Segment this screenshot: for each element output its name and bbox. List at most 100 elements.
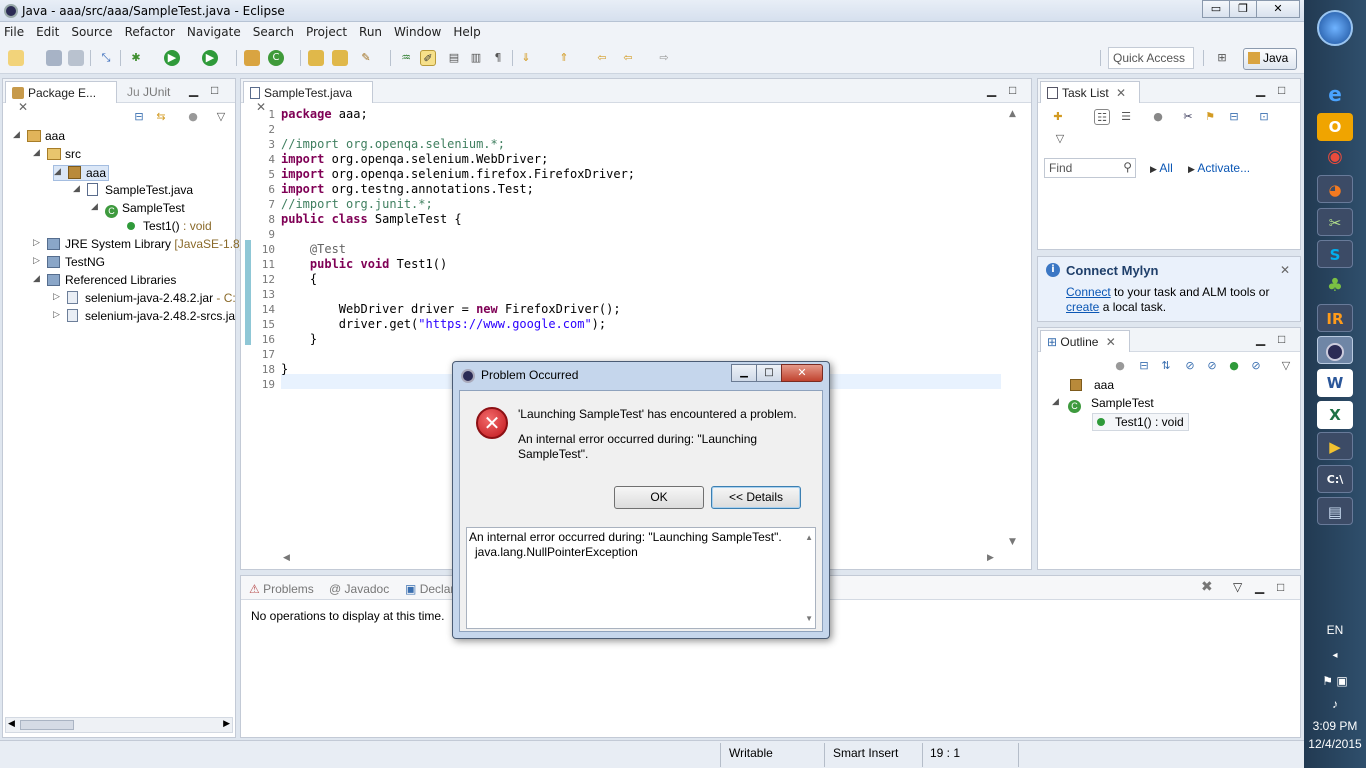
maximize-view-icon[interactable]: □ [1278,332,1285,346]
view-menu-icon[interactable]: ▽ [1052,131,1068,147]
minimize-view-icon[interactable]: ▁ [1256,332,1265,346]
tree-jar-selenium-srcs[interactable]: ▷ selenium-java-2.48.2-srcs.ja [53,309,235,323]
tree-file-sampletest[interactable]: ◢ SampleTest.java [73,183,193,197]
tree-jar-selenium[interactable]: ▷ selenium-java-2.48.2.jar - C: [53,291,236,305]
code-area[interactable]: package aaa; //import org.openqa.seleniu… [281,107,635,377]
hide-local-types-icon[interactable]: ⊘ [1248,358,1264,374]
clock-date[interactable]: 12/4/2015 [1304,737,1366,751]
open-type-icon[interactable] [308,50,324,66]
new-icon[interactable] [8,50,24,66]
scrollbar-thumb[interactable] [20,720,74,730]
toggle-annotation-icon[interactable]: ♒ [398,50,414,66]
word-icon[interactable]: W [1317,369,1353,397]
quick-access-input[interactable]: Quick Access [1108,47,1194,69]
task-find-input[interactable]: Find ⚲ [1044,158,1136,178]
menu-edit[interactable]: Edit [36,25,59,39]
hide-fields-icon[interactable]: ⊘ [1182,358,1198,374]
focus-task-icon[interactable]: ● [185,109,201,125]
connect-link[interactable]: Connect [1066,285,1111,299]
activate-link[interactable]: ▶ Activate... [1188,161,1250,175]
show-whitespace-icon[interactable]: ¶ [490,50,506,66]
menu-project[interactable]: Project [306,25,347,39]
outline-class[interactable]: ◢ C SampleTest [1052,396,1154,413]
tree-jre-library[interactable]: ▷ JRE System Library [JavaSE-1.8] [33,237,243,252]
sort-icon[interactable]: ⇅ [1158,358,1174,374]
debug-icon[interactable]: ✱ [128,50,144,66]
details-text-area[interactable]: An internal error occurred during: "Laun… [466,527,816,629]
remove-all-icon[interactable]: ✖ [1201,578,1213,595]
horizontal-scrollbar[interactable]: ◀ ▶ [5,717,233,733]
tree-method-test1[interactable]: Test1() : void [127,219,212,233]
collapse-all-icon[interactable]: ⊟ [1226,109,1242,125]
all-link[interactable]: ▶ All [1150,161,1173,175]
scheduled-icon[interactable]: ☰ [1118,109,1134,125]
prev-annotation-icon[interactable]: ⇑ [556,50,572,66]
close-icon[interactable]: ✕ [1106,335,1116,349]
dialog-maximize-button[interactable]: □ [756,364,782,382]
sync-icon[interactable]: ⚑ [1202,109,1218,125]
focus-icon[interactable]: ● [1150,109,1166,125]
maximize-view-icon[interactable]: □ [211,83,218,97]
tab-outline[interactable]: ⊞ Outline ✕ [1040,330,1130,352]
clock-time[interactable]: 3:09 PM [1304,719,1366,733]
word-wrap-icon[interactable]: ▥ [468,50,484,66]
tree-src[interactable]: ◢ src [33,147,81,162]
restore-button[interactable]: ❐ [1229,0,1257,18]
vertical-scrollbar[interactable]: ▲ ▼ [1009,109,1025,549]
minimize-view-icon[interactable]: ▁ [1255,580,1264,594]
maximize-view-icon[interactable]: □ [1278,83,1285,97]
hide-completed-icon[interactable]: ✂ [1180,109,1196,125]
scroll-left-icon[interactable]: ◀ [283,553,290,563]
jetbrains-icon[interactable]: IR [1317,304,1353,332]
maximize-view-icon[interactable]: □ [1009,83,1016,97]
minimize-view-icon[interactable]: ▁ [189,83,198,97]
back-icon[interactable]: ⇦ [594,50,610,66]
excel-icon[interactable]: X [1317,401,1353,429]
menu-source[interactable]: Source [71,25,112,39]
close-icon[interactable]: ✕ [1116,86,1126,100]
minimize-view-icon[interactable]: ▁ [1256,83,1265,97]
dialog-minimize-button[interactable]: ▁ [731,364,757,382]
scroll-down-icon[interactable]: ▼ [1009,537,1016,547]
next-annotation-icon[interactable]: ⇓ [518,50,534,66]
run-external-icon[interactable]: ▶ [202,50,218,66]
new-package-icon[interactable] [244,50,260,66]
tree-testng[interactable]: ▷ TestNG [33,255,105,270]
hide-static-icon[interactable]: ⊘ [1204,358,1220,374]
minimize-view-icon[interactable]: ▁ [987,83,996,97]
outline-package[interactable]: aaa [1070,378,1114,392]
forward-icon[interactable]: ⇦ [620,50,636,66]
scroll-right-icon[interactable]: ▶ [223,719,230,729]
view-menu-icon[interactable]: ▽ [213,109,229,125]
show-hidden-icons-icon[interactable]: ◂ [1304,650,1366,661]
collapse-all-icon[interactable]: ⊟ [131,109,147,125]
close-button[interactable]: ✕ [1256,0,1300,18]
new-task-icon[interactable]: ✚ [1050,109,1066,125]
tree-referenced-libraries[interactable]: ◢ Referenced Libraries [33,273,176,288]
network-icon[interactable]: ⚑ ▣ [1304,674,1366,688]
tab-sampletest-java[interactable]: SampleTest.java ✕ [243,81,373,114]
tree-class-sampletest[interactable]: ◢ C SampleTest [91,201,185,218]
tab-junit[interactable]: Ju JUnit [121,81,176,103]
view-menu-icon[interactable]: ▽ [1233,580,1242,594]
save-all-icon[interactable] [68,50,84,66]
scroll-right-icon[interactable]: ▶ [987,553,994,563]
snipping-tool-icon[interactable]: ✂ [1317,208,1353,236]
scroll-up-icon[interactable]: ▲ [1009,109,1016,119]
tree-package-aaa[interactable]: ◢ aaa [53,165,110,181]
open-folder-icon[interactable] [332,50,348,66]
search-tool-icon[interactable]: ✎ [358,50,374,66]
skype-icon[interactable]: S [1317,240,1353,268]
mark-occurrences-icon[interactable]: ✐ [420,50,436,66]
java-perspective-button[interactable]: Java [1243,48,1297,70]
collapse-all-icon[interactable]: ⊟ [1136,358,1152,374]
save-icon[interactable] [46,50,62,66]
menu-help[interactable]: Help [453,25,480,39]
notepad-icon[interactable]: ▤ [1317,497,1353,525]
scroll-left-icon[interactable]: ◀ [8,719,15,729]
start-button[interactable] [1317,10,1353,46]
internet-explorer-icon[interactable]: e [1317,80,1353,108]
menu-refactor[interactable]: Refactor [125,25,175,39]
command-prompt-icon[interactable]: C:\ [1317,465,1353,493]
block-select-icon[interactable]: ▤ [446,50,462,66]
